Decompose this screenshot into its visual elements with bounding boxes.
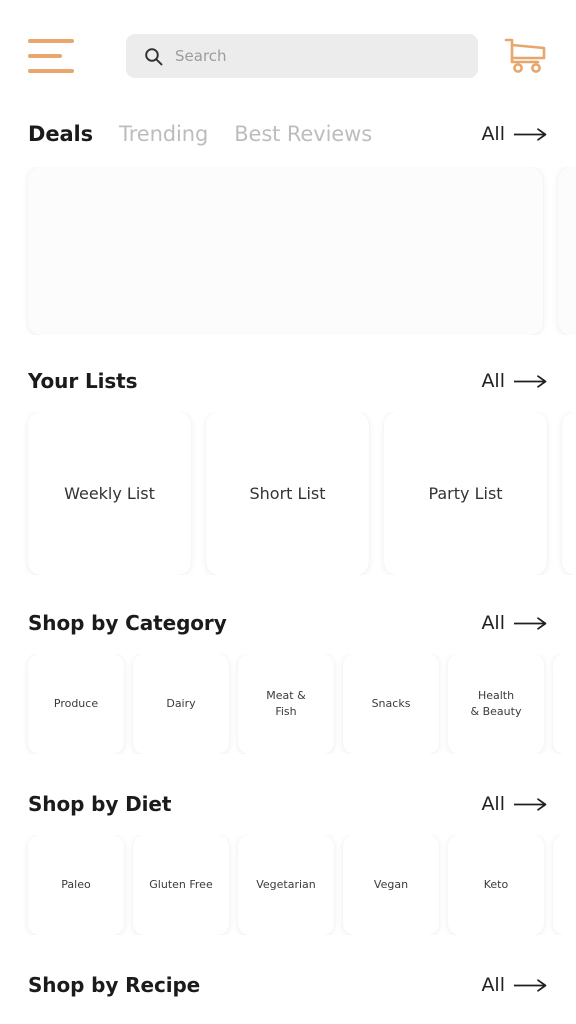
category-tile-label: Snacks [371, 697, 411, 711]
your-lists-rail[interactable]: Weekly List Short List Party List [0, 412, 576, 575]
shop-by-recipe-header: Shop by Recipe All [0, 963, 576, 1007]
hamburger-menu-icon[interactable] [28, 39, 74, 73]
shop-by-diet-rail[interactable]: Paleo Gluten Free Vegetarian Vegan Keto [0, 835, 576, 935]
section-title-your-lists: Your Lists [28, 369, 138, 393]
diet-tile[interactable]: Gluten Free [133, 835, 229, 935]
hamburger-line [28, 69, 74, 73]
all-label: All [481, 123, 505, 145]
category-tile[interactable]: Health & Beauty [448, 654, 544, 754]
all-label: All [481, 370, 505, 392]
list-card[interactable]: Short List [206, 412, 369, 575]
all-label: All [481, 793, 505, 815]
deals-tab-bar: Deals Trending Best Reviews All [0, 112, 576, 156]
section-title-shop-by-diet: Shop by Diet [28, 792, 172, 816]
list-card[interactable] [562, 412, 576, 575]
diet-tile[interactable]: Vegan [343, 835, 439, 935]
diet-tile-label: Vegetarian [256, 878, 316, 892]
list-card[interactable]: Weekly List [28, 412, 191, 575]
shop-by-diet-header: Shop by Diet All [0, 782, 576, 826]
list-card-label: Weekly List [64, 484, 155, 503]
category-tile-label: Dairy [166, 697, 196, 711]
arrow-right-icon [514, 127, 547, 141]
deals-rail[interactable] [0, 167, 576, 335]
shop-by-diet-all-link[interactable]: All [481, 793, 548, 815]
all-label: All [481, 612, 505, 634]
section-title-shop-by-category: Shop by Category [28, 611, 227, 635]
category-tile[interactable] [553, 654, 576, 754]
diet-tile[interactable]: Keto [448, 835, 544, 935]
arrow-right-icon [514, 616, 547, 630]
top-bar [0, 0, 576, 112]
category-tile[interactable]: Snacks [343, 654, 439, 754]
hamburger-line [28, 39, 74, 43]
shop-by-category-rail[interactable]: Produce Dairy Meat & Fish Snacks Health … [0, 654, 576, 754]
category-tile-label: Produce [53, 697, 99, 711]
hamburger-line [28, 54, 62, 58]
tab-deals[interactable]: Deals [28, 122, 93, 146]
your-lists-header: Your Lists All [0, 359, 576, 403]
diet-tile-label: Gluten Free [149, 878, 213, 892]
category-tile[interactable]: Dairy [133, 654, 229, 754]
diet-tile[interactable] [553, 835, 576, 935]
diet-tile[interactable]: Paleo [28, 835, 124, 935]
tab-trending[interactable]: Trending [119, 122, 208, 146]
diet-tile-label: Vegan [373, 878, 409, 892]
all-label: All [481, 974, 505, 996]
list-card[interactable]: Party List [384, 412, 547, 575]
diet-tile[interactable]: Vegetarian [238, 835, 334, 935]
shopping-cart-button[interactable] [502, 33, 548, 79]
diet-tile-label: Paleo [61, 878, 91, 892]
arrow-right-icon [514, 978, 547, 992]
diet-tile-label: Keto [483, 878, 509, 892]
search-bar[interactable] [126, 34, 478, 78]
arrow-right-icon [514, 797, 547, 811]
shop-by-recipe-all-link[interactable]: All [481, 974, 548, 996]
deal-card[interactable] [558, 167, 576, 335]
shop-by-category-header: Shop by Category All [0, 601, 576, 645]
category-tile[interactable]: Meat & Fish [238, 654, 334, 754]
shopping-cart-icon [504, 38, 546, 73]
app-screen: Deals Trending Best Reviews All Your Lis… [0, 0, 576, 1024]
category-tile-label: Health & Beauty [470, 689, 522, 718]
deal-card[interactable] [28, 167, 543, 335]
deals-all-link[interactable]: All [481, 123, 548, 145]
search-icon [145, 47, 163, 65]
arrow-right-icon [514, 374, 547, 388]
list-card-label: Short List [249, 484, 326, 503]
category-tile[interactable]: Produce [28, 654, 124, 754]
section-title-shop-by-recipe: Shop by Recipe [28, 973, 201, 997]
tab-best-reviews[interactable]: Best Reviews [234, 122, 372, 146]
shop-by-category-all-link[interactable]: All [481, 612, 548, 634]
your-lists-all-link[interactable]: All [481, 370, 548, 392]
category-tile-label: Meat & Fish [266, 689, 306, 718]
list-card-label: Party List [428, 484, 503, 503]
search-input[interactable] [175, 47, 460, 65]
